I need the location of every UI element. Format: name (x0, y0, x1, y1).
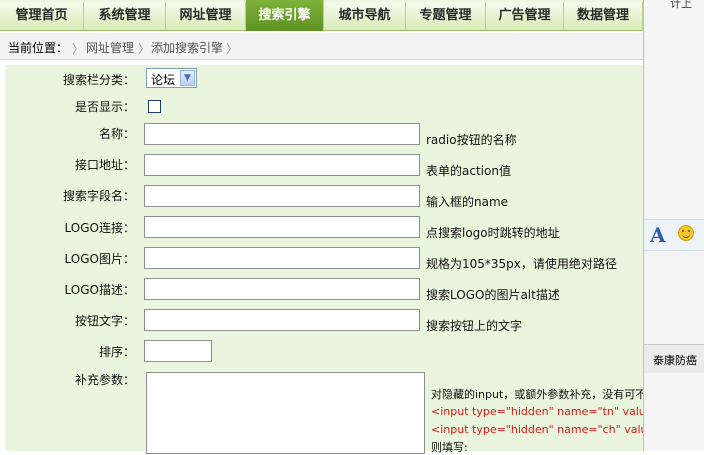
extra-label: 补充参数： (74, 373, 135, 387)
right-panel-footer: 泰康防癌 (644, 344, 704, 373)
search-engine-form: 搜索栏分类： 论坛 ▼ 是否显示： 名称： radio按钮的名称 接口地址： 表… (5, 65, 697, 454)
tab-city-nav[interactable]: 城市导航 (324, 2, 406, 30)
tab-search-engine[interactable]: 搜索引擎 (246, 0, 324, 31)
tab-ads[interactable]: 广告管理 (486, 2, 564, 30)
breadcrumb-prefix: 当前位置： (8, 41, 69, 55)
logo-img-input[interactable] (144, 247, 420, 269)
extra-hint-2: 则填写: (431, 441, 468, 454)
name-hint: radio按钮的名称 (426, 133, 517, 147)
chevron-down-icon: ▼ (180, 70, 195, 86)
category-select-value: 论坛 (151, 73, 176, 87)
logo-desc-label: LOGO描述： (64, 283, 135, 297)
right-panel-top-text: 计上 (670, 0, 692, 10)
chevron-right-icon: 〉 (72, 42, 85, 56)
order-input[interactable] (144, 340, 212, 362)
field-hint: 输入框的name (426, 195, 509, 209)
top-nav: 管理首页 系统管理 网址管理 搜索引擎 城市导航 专题管理 广告管理 数据管理 (0, 0, 643, 31)
right-side-panel: 计上 A 泰康防癌 (643, 0, 704, 451)
name-label: 名称： (98, 127, 135, 141)
tab-home[interactable]: 管理首页 (0, 2, 84, 30)
logo-link-input[interactable] (144, 216, 420, 238)
breadcrumb: 当前位置： 〉 网址管理 〉 添加搜索引擎 〉 (0, 33, 643, 60)
logo-desc-hint: 搜索LOGO的图片alt描述 (426, 288, 560, 302)
field-input[interactable] (144, 185, 420, 207)
logo-link-label: LOGO连接： (64, 221, 135, 235)
button-text-input[interactable] (144, 309, 420, 331)
show-checkbox[interactable] (148, 100, 161, 113)
category-label: 搜索栏分类： (62, 73, 135, 87)
logo-desc-input[interactable] (144, 278, 420, 300)
button-text-hint: 搜索按钮上的文字 (426, 319, 523, 333)
show-label: 是否显示： (74, 100, 135, 114)
chevron-right-icon: 〉 (138, 42, 151, 56)
chat-toolbar: A (644, 219, 704, 251)
emoji-icon[interactable] (678, 225, 694, 241)
api-hint: 表单的action值 (426, 164, 511, 178)
order-label: 排序： (98, 345, 135, 359)
field-label: 搜索字段名： (62, 189, 135, 203)
tab-data[interactable]: 数据管理 (564, 2, 643, 30)
right-panel-footer-text[interactable]: 泰康防癌 (653, 352, 697, 368)
chevron-right-icon: 〉 (226, 42, 239, 56)
logo-img-label: LOGO图片： (64, 252, 135, 266)
tab-system[interactable]: 系统管理 (84, 2, 166, 30)
api-input[interactable] (144, 154, 420, 176)
name-input[interactable] (144, 123, 420, 145)
extra-textarea[interactable] (146, 372, 425, 454)
button-text-label: 按钮文字： (74, 314, 135, 328)
logo-img-hint: 规格为105*35px，请使用绝对路径 (426, 257, 617, 271)
tab-url[interactable]: 网址管理 (166, 2, 246, 30)
logo-link-hint: 点搜索logo时跳转的地址 (426, 226, 560, 240)
breadcrumb-item-add-engine: 添加搜索引擎 (151, 41, 224, 55)
category-select[interactable]: 论坛 ▼ (146, 68, 197, 88)
font-icon[interactable]: A (650, 223, 666, 247)
api-label: 接口地址： (74, 158, 135, 172)
breadcrumb-item-url[interactable]: 网址管理 (86, 39, 134, 56)
tab-topics[interactable]: 专题管理 (406, 2, 486, 30)
